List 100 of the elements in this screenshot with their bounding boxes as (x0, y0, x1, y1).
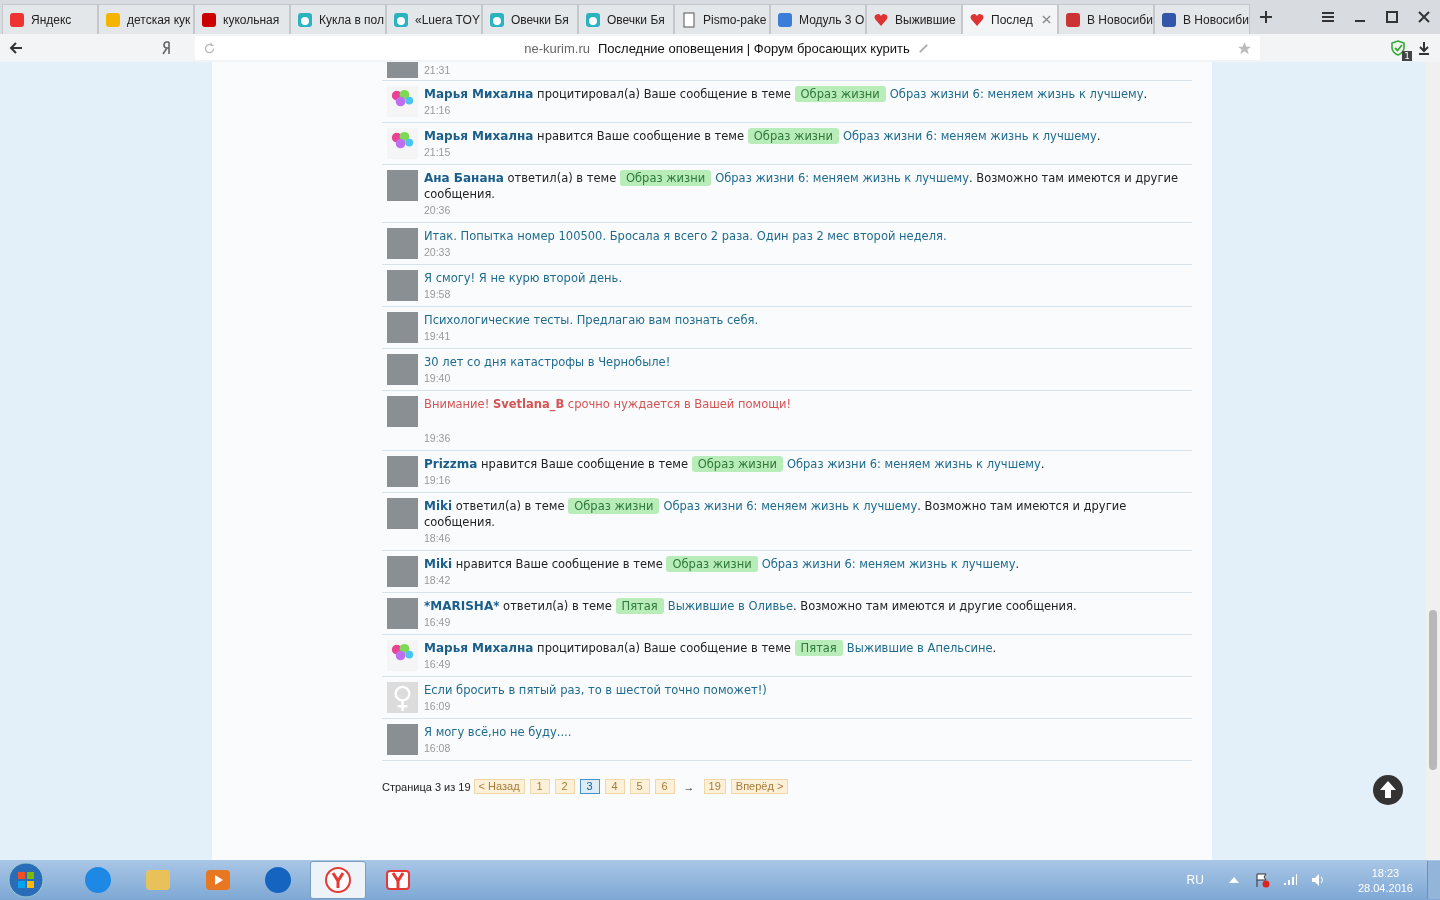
topic-link[interactable]: Образ жизни 6: меняем жизнь к лучшему (889, 87, 1144, 101)
forum-tag[interactable]: Образ жизни (691, 456, 783, 472)
browser-tab[interactable]: «Luera TOY (386, 4, 482, 34)
site-icon (297, 11, 313, 28)
browser-tab[interactable]: Яндекс (2, 4, 98, 34)
speaker-icon[interactable] (1309, 872, 1326, 888)
notification-text: Prizzma нравится Ваше сообщение в теме Образ жизни Образ жизни 6: меняем жизнь к лучшему. (424, 456, 1046, 472)
timestamp: 16:49 (424, 615, 452, 630)
topic-link[interactable]: Образ жизни 6: меняем жизнь к лучшему (786, 457, 1041, 471)
page-number-button[interactable]: 3 (579, 779, 600, 794)
browser-tab[interactable]: детская кук (98, 4, 194, 34)
user-link[interactable]: Марья Михална (424, 129, 534, 143)
forum-tag[interactable]: Образ жизни (666, 556, 758, 572)
timestamp: 20:33 (424, 245, 452, 260)
bookmark-star-icon[interactable] (1237, 40, 1252, 56)
flag-icon[interactable] (1253, 872, 1270, 888)
start-button-icon[interactable] (8, 862, 44, 898)
browser-tab[interactable]: Pismo-pake (674, 4, 770, 34)
forum-tag[interactable]: Образ жизни (619, 170, 712, 186)
notification-text: Марья Михална процитировал(а) Ваше сообщение в теме Пятая Выжившие в Апельсине. (424, 640, 998, 656)
topic-link[interactable]: Образ жизни 6: меняем жизнь к лучшему (663, 499, 918, 513)
new-tab-icon[interactable] (1259, 10, 1273, 24)
app-icon (264, 866, 292, 894)
browser-tab[interactable]: Овечки Бя (482, 4, 578, 34)
notification-text: Марья Михална нравится Ваше сообщение в теме Образ жизни Образ жизни 6: меняем жизнь к лучшему. (424, 128, 1102, 144)
topic-link[interactable]: Итак. Попытка номер 100500. Бросала я всего 2 раза. Один раз 2 мес второй неделя. (424, 229, 947, 243)
site-icon (393, 11, 409, 28)
reload-icon[interactable] (203, 41, 216, 55)
page-number-button[interactable]: 4 (604, 779, 625, 794)
download-icon[interactable] (1416, 40, 1432, 56)
user-link[interactable]: Ана Банана (424, 171, 504, 185)
avatar-image[interactable] (387, 128, 418, 159)
browser-tab[interactable]: В Новосиби (1154, 4, 1250, 34)
timestamp: 21:31 (424, 63, 452, 78)
topic-link[interactable]: Психологические тесты. Предлагаю вам познать себя. (424, 313, 759, 327)
topic-link[interactable]: Я могу всё,но не буду.... (424, 725, 572, 739)
timestamp: 16:09 (424, 699, 452, 714)
menu-icon[interactable] (1321, 10, 1335, 24)
timestamp: 19:16 (424, 473, 452, 488)
forum-tag[interactable]: Пятая (615, 598, 664, 614)
pager-nav-button[interactable]: < Назад (473, 779, 525, 794)
user-link[interactable]: Марья Михална (424, 87, 534, 101)
site-icon (489, 11, 505, 28)
topic-link[interactable]: 30 лет со дня катастрофы в Чернобыле! (424, 355, 671, 369)
timestamp: 16:49 (424, 657, 452, 672)
timestamp: 20:36 (424, 203, 452, 218)
browser-tab[interactable]: Модуль 3 О (770, 4, 866, 34)
address-field[interactable]: ne-kurim.ru Последние оповещения | Форум бросающих курить (195, 36, 1260, 60)
forum-tag[interactable]: Образ жизни (794, 86, 886, 102)
back-arrow-icon[interactable] (8, 40, 24, 56)
avatar-image[interactable] (387, 86, 418, 117)
timestamp: 21:16 (424, 103, 452, 118)
pager-nav-button[interactable]: Вперёд > (730, 779, 789, 794)
page-number-button[interactable]: 19 (703, 779, 726, 794)
page-number-button[interactable]: 1 (529, 779, 550, 794)
page-count-label: Страница 3 из 19 (382, 780, 471, 793)
taskbar-app[interactable] (310, 861, 366, 899)
count-badge: 1 (1402, 51, 1412, 61)
user-link[interactable]: *MARISHA* (424, 599, 500, 613)
site-icon (201, 11, 217, 28)
avatar-image[interactable] (387, 640, 418, 671)
app-icon (84, 866, 112, 894)
browser-tab[interactable]: кукольная (194, 4, 290, 34)
browser-tab[interactable]: Кукла в пол (290, 4, 386, 34)
topic-link[interactable]: Если бросить в пятый раз, то в шестой точно поможет!) (424, 683, 767, 697)
page-number-button[interactable]: 5 (629, 779, 650, 794)
topic-link[interactable]: Образ жизни 6: меняем жизнь к лучшему (842, 129, 1097, 143)
user-link[interactable]: Miki (424, 499, 453, 513)
scrollbar[interactable] (1426, 62, 1440, 860)
signal-icon[interactable] (1281, 872, 1298, 888)
forum-tag[interactable]: Пятая (794, 640, 843, 656)
timestamp: 19:40 (424, 371, 452, 386)
user-link[interactable]: Марья Михална (424, 641, 534, 655)
shield-check-icon[interactable] (1390, 40, 1406, 56)
forum-tag[interactable]: Образ жизни (568, 498, 660, 514)
page-number-button[interactable]: 2 (554, 779, 575, 794)
show-desktop-button[interactable] (1427, 861, 1440, 899)
close-icon[interactable] (1417, 10, 1431, 24)
topic-link[interactable]: Выжившие в Апельсине (846, 641, 993, 655)
page-number-button[interactable]: 6 (654, 779, 675, 794)
forum-tag[interactable]: Образ жизни (747, 128, 839, 144)
site-icon (585, 11, 601, 28)
browser-tab[interactable]: В Новосиби (1058, 4, 1154, 34)
browser-tab[interactable]: Овечки Бя (578, 4, 674, 34)
app-icon (324, 866, 352, 894)
topic-link[interactable]: Образ жизни 6: меняем жизнь к лучшему (715, 171, 969, 185)
pen-icon (917, 42, 929, 54)
user-link[interactable]: Miki (424, 557, 453, 571)
topic-link[interactable]: Образ жизни 6: меняем жизнь к лучшему (761, 557, 1016, 571)
page-title: Последние оповещения | Форум бросающих курить (597, 40, 910, 56)
browser-tab[interactable]: Выжившие (866, 4, 962, 34)
browser-tab[interactable]: Послед (962, 4, 1058, 34)
topic-link[interactable]: Я смогу! Я не курю второй день. (424, 271, 623, 285)
notification-text: Miki ответил(а) в теме Образ жизни Образ жизни 6: меняем жизнь к лучшему. Возможно там имеются и другие сообщения. (424, 498, 1128, 530)
scroll-up-button-icon[interactable] (1372, 774, 1404, 806)
maximize-icon[interactable] (1385, 10, 1399, 24)
user-link[interactable]: Prizzma (424, 457, 478, 471)
topic-link[interactable]: Выжившие в Оливье (667, 599, 793, 613)
site-icon (777, 11, 793, 28)
site-icon (1065, 11, 1081, 28)
